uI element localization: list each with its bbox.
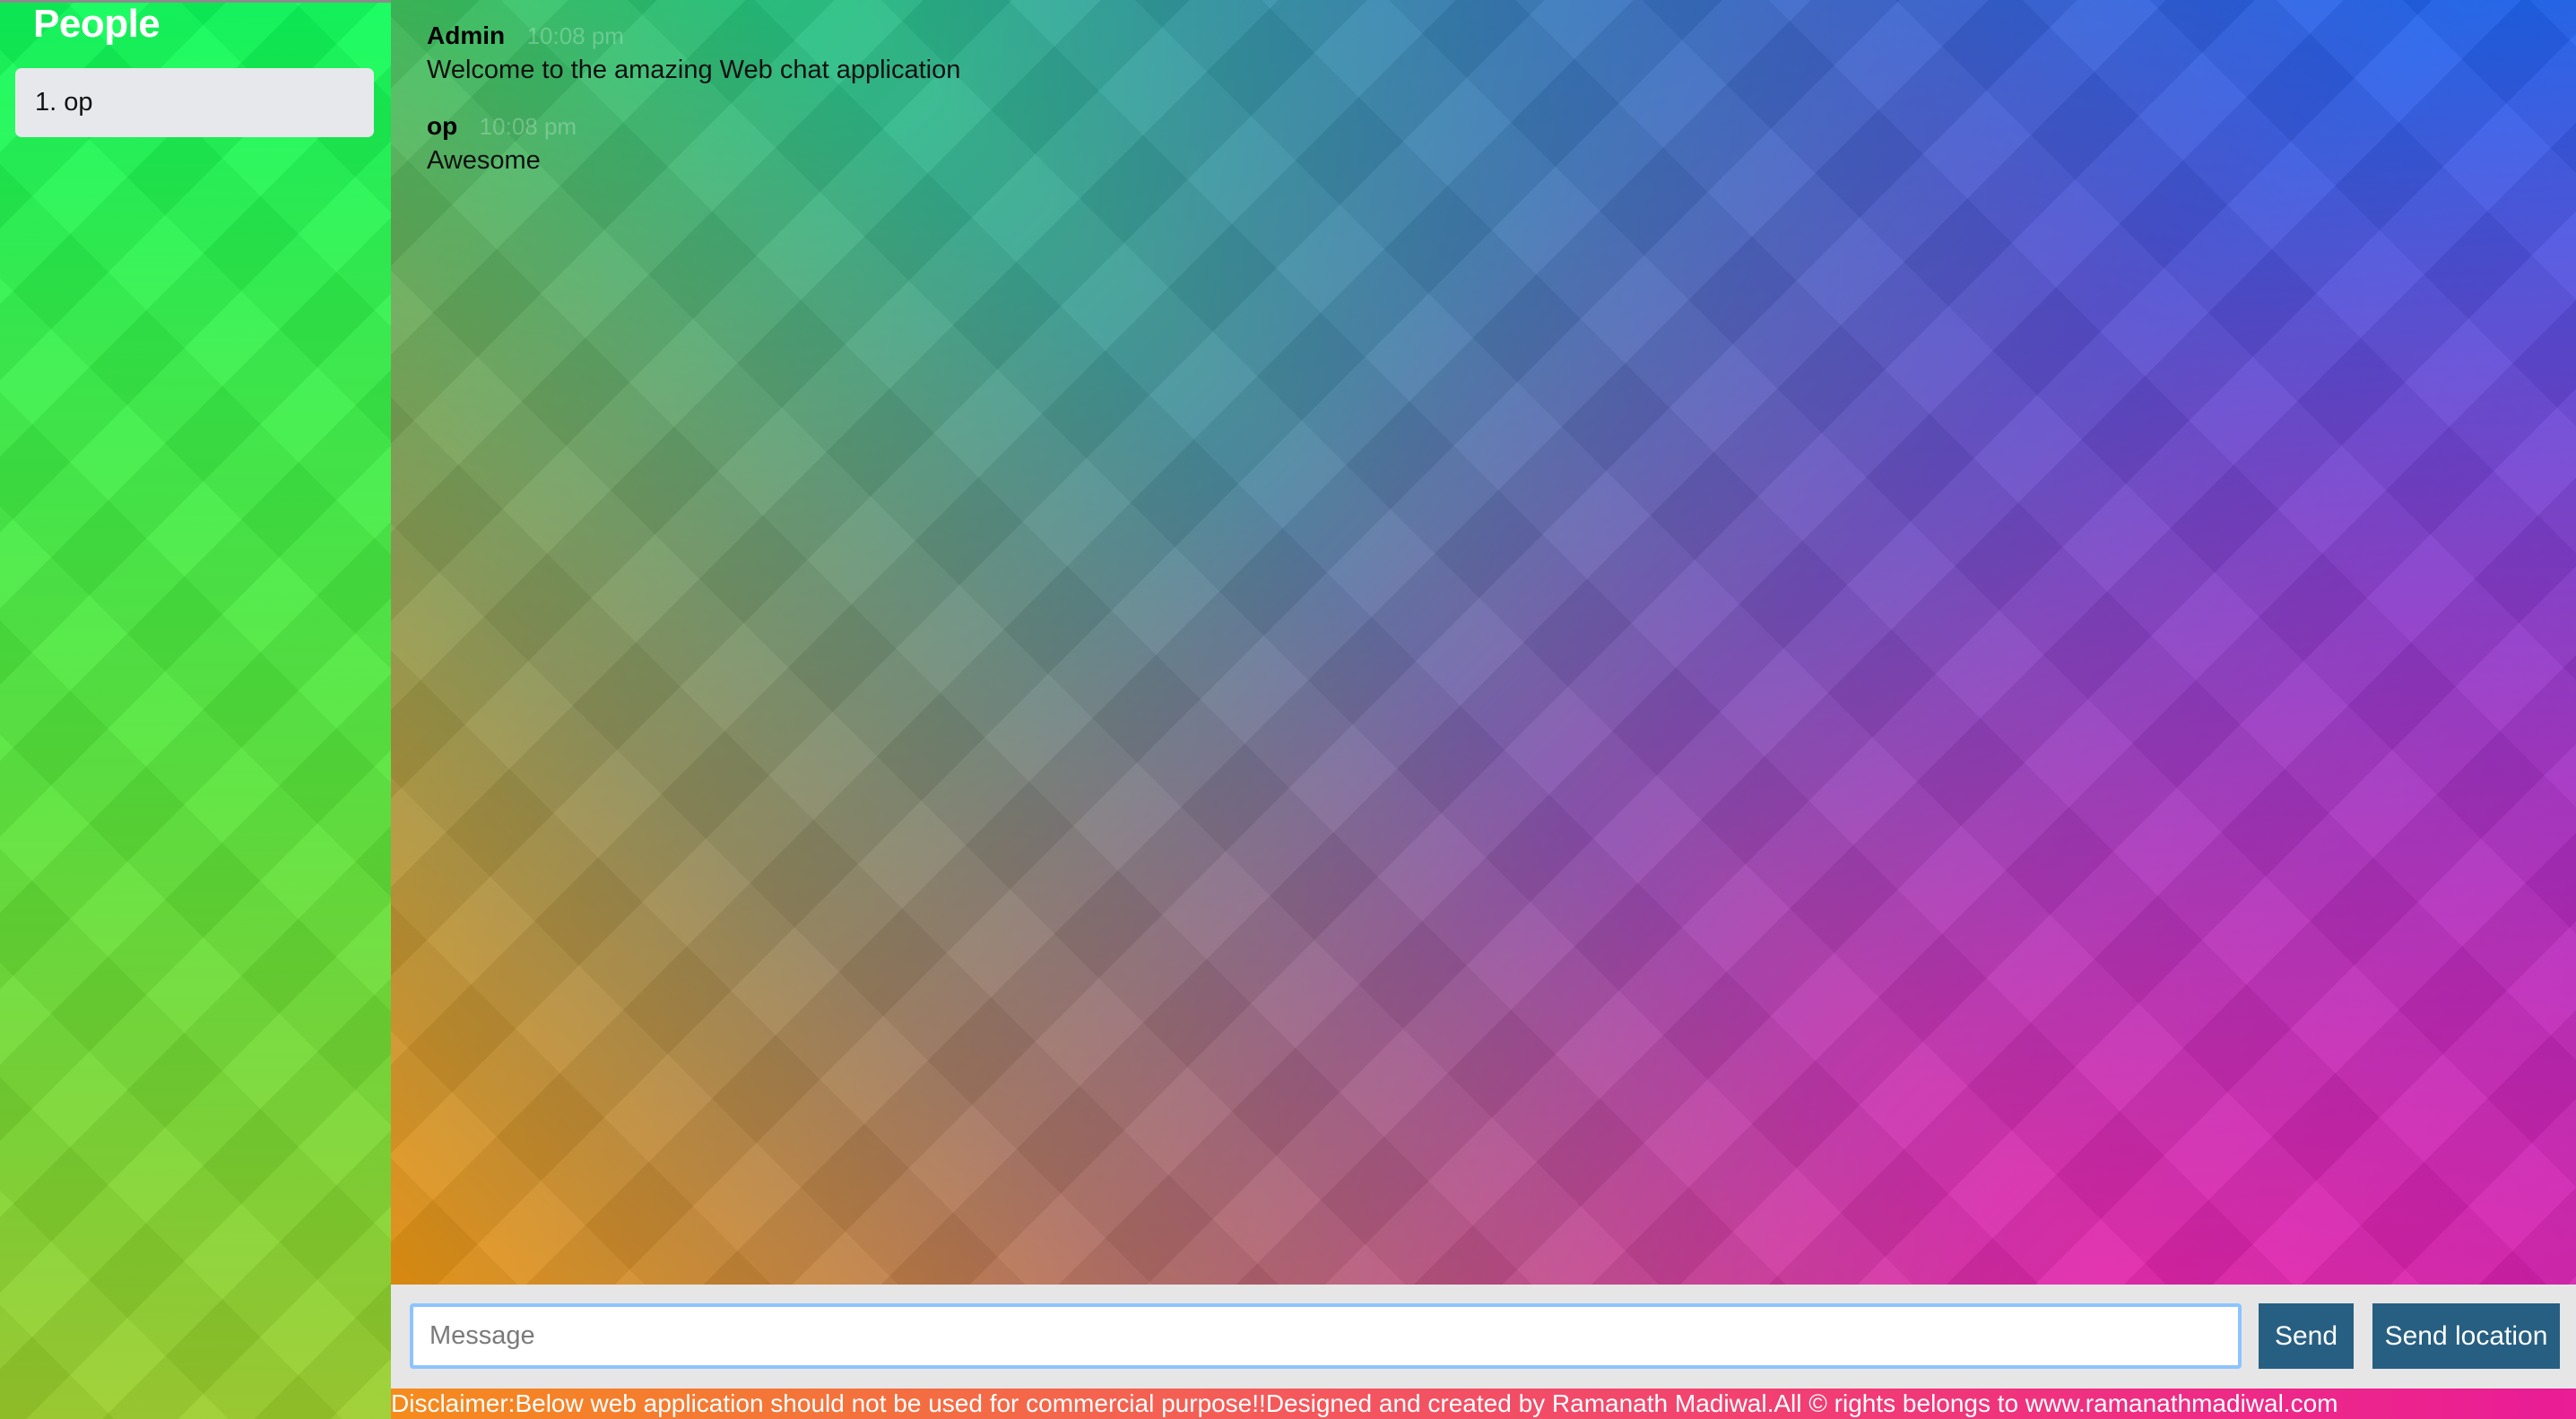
send-button[interactable]: Send xyxy=(2259,1303,2354,1369)
message-item: Admin 10:08 pm Welcome to the amazing We… xyxy=(427,20,2489,88)
people-list-item: 1. op xyxy=(15,68,374,137)
message-header: Admin 10:08 pm xyxy=(427,20,2489,52)
people-sidebar: People 1. op xyxy=(0,0,391,1419)
message-author: Admin xyxy=(427,22,506,49)
message-item: op 10:08 pm Awesome xyxy=(427,110,2489,178)
sidebar-background-pattern xyxy=(0,0,391,1419)
people-list: 1. op xyxy=(15,68,374,137)
message-author: op xyxy=(427,112,458,140)
send-location-button[interactable]: Send location xyxy=(2372,1303,2560,1369)
chat-area[interactable]: Admin 10:08 pm Welcome to the amazing We… xyxy=(391,0,2576,1285)
message-form: Send Send location xyxy=(391,1285,2576,1389)
message-body: Welcome to the amazing Web chat applicat… xyxy=(427,56,961,84)
message-body: Awesome xyxy=(427,146,541,175)
message-timestamp: 10:08 pm xyxy=(526,22,624,49)
disclaimer-bar: Disclaimer:Below web application should … xyxy=(391,1389,2576,1419)
message-input[interactable] xyxy=(410,1303,2242,1369)
message-header: op 10:08 pm xyxy=(427,110,2489,143)
message-timestamp: 10:08 pm xyxy=(479,113,577,140)
message-list[interactable]: Admin 10:08 pm Welcome to the amazing We… xyxy=(427,20,2489,201)
people-title: People xyxy=(33,2,160,46)
